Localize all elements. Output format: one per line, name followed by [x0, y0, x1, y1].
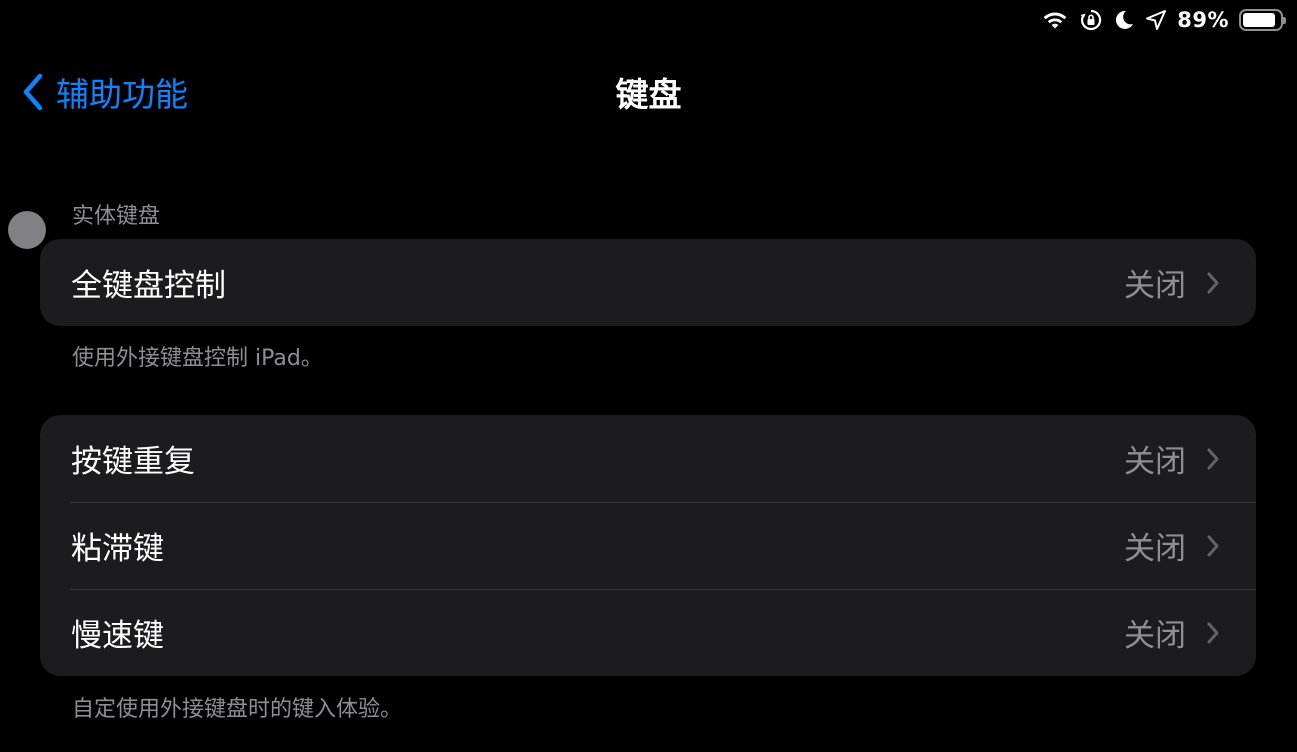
row-value: 关闭: [1124, 531, 1186, 567]
chevron-right-icon: [1207, 448, 1219, 469]
row-key-repeat[interactable]: 按键重复 关闭: [40, 415, 1256, 502]
moon-icon: [1113, 9, 1135, 31]
chevron-right-icon: [1207, 535, 1219, 556]
row-label: 按键重复: [71, 444, 195, 480]
row-full-keyboard-access[interactable]: 全键盘控制 关闭: [40, 239, 1256, 326]
battery-fill: [1243, 13, 1275, 27]
row-label: 全键盘控制: [71, 268, 226, 304]
row-value: 关闭: [1124, 618, 1186, 654]
row-label: 慢速键: [71, 618, 164, 654]
page-title: 键盘: [615, 75, 682, 114]
settings-group-typing: 按键重复 关闭 粘滞键 关闭 慢速键 关闭: [40, 415, 1256, 676]
row-sticky-keys[interactable]: 粘滞键 关闭: [40, 502, 1256, 589]
section-footer-typing: 自定使用外接键盘时的键入体验。: [72, 697, 403, 722]
section-header-hardware-keyboard: 实体键盘: [72, 204, 161, 229]
battery-icon: [1239, 9, 1286, 31]
section-footer-hardware-keyboard: 使用外接键盘控制 iPad。: [72, 346, 323, 371]
row-value: 关闭: [1124, 444, 1186, 480]
row-slow-keys[interactable]: 慢速键 关闭: [40, 589, 1256, 676]
battery-percentage: 89%: [1177, 8, 1229, 32]
settings-group-hardware-keyboard: 全键盘控制 关闭: [40, 239, 1256, 326]
chevron-right-icon: [1207, 622, 1219, 643]
location-icon: [1145, 9, 1167, 31]
settings-page: 89% 辅助功能 键盘 实体键盘 全键盘控制 关闭 使用外接键盘控制 iPad。…: [0, 0, 1297, 752]
orientation-lock-icon: [1079, 8, 1103, 32]
row-label: 粘滞键: [71, 531, 164, 567]
wifi-icon: [1041, 9, 1069, 31]
row-value: 关闭: [1124, 268, 1186, 304]
status-bar: 89%: [1041, 6, 1286, 34]
chevron-right-icon: [1207, 272, 1219, 293]
